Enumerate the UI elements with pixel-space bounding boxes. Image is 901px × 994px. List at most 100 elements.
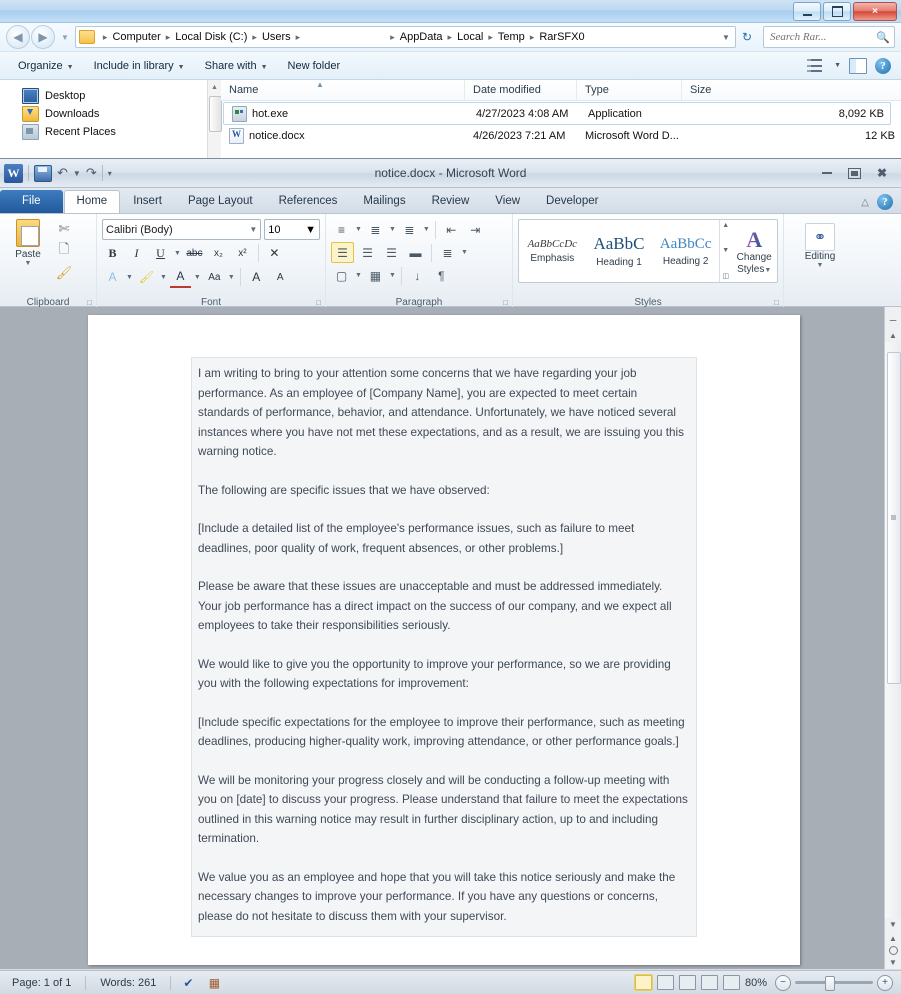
strikethrough-button[interactable]: abc — [184, 243, 205, 263]
shrink-font-button[interactable]: A — [270, 267, 291, 287]
italic-button[interactable]: I — [126, 243, 147, 263]
justify-icon[interactable]: ▬ — [405, 243, 426, 262]
chevron-down-icon[interactable]: ▼ — [305, 224, 316, 236]
chevron-down-icon[interactable]: ▼ — [194, 274, 201, 281]
font-name-input[interactable]: Calibri (Body) ▼ — [102, 219, 262, 240]
chevron-down-icon[interactable]: ▼ — [73, 169, 81, 178]
chevron-down-icon[interactable]: ▼ — [764, 267, 771, 274]
chevron-down-icon[interactable]: ▼ — [355, 272, 362, 279]
tab-review[interactable]: Review — [419, 190, 483, 213]
chevron-down-icon[interactable]: ▼ — [834, 62, 841, 69]
share-with-button[interactable]: Share with ▼ — [195, 56, 278, 76]
chevron-down-icon[interactable]: ▼ — [423, 226, 430, 233]
draft-view-button[interactable] — [722, 975, 740, 990]
bullets-icon[interactable]: ≡ — [331, 220, 352, 239]
breadcrumb-item-local-disk[interactable]: Local Disk (C:) — [174, 31, 248, 43]
breadcrumb-item-local[interactable]: Local — [456, 31, 484, 43]
zoom-slider-control[interactable]: − + — [775, 974, 893, 991]
column-header-date-modified[interactable]: Date modified — [465, 80, 577, 100]
sidebar-item-downloads[interactable]: Downloads — [22, 105, 222, 123]
page-indicator[interactable]: Page: 1 of 1 — [6, 977, 77, 989]
refresh-button[interactable]: ↻ — [740, 30, 754, 44]
explorer-maximize-button[interactable] — [823, 2, 851, 21]
word-count[interactable]: Words: 261 — [94, 977, 162, 989]
include-in-library-button[interactable]: Include in library ▼ — [84, 56, 195, 76]
tab-developer[interactable]: Developer — [533, 190, 611, 213]
file-name-cell[interactable]: hot.exe — [224, 105, 468, 122]
shading-icon[interactable]: ▢ — [331, 266, 352, 285]
print-layout-view-button[interactable] — [633, 974, 653, 991]
word-minimize-button[interactable] — [821, 172, 832, 174]
align-left-icon[interactable]: ☰ — [331, 242, 354, 263]
chevron-down-icon[interactable]: ▼ — [389, 272, 396, 279]
explorer-close-button[interactable]: × — [853, 2, 897, 21]
tab-page-layout[interactable]: Page Layout — [175, 190, 266, 213]
copy-icon[interactable]: 🗋 — [54, 241, 74, 261]
sidebar-item-desktop[interactable]: Desktop — [22, 87, 222, 105]
line-spacing-icon[interactable]: ≣ — [437, 243, 458, 262]
breadcrumb[interactable]: ▸ Computer ▸ Local Disk (C:) ▸ Users ▸ ▸… — [74, 26, 736, 48]
save-icon[interactable] — [34, 164, 52, 182]
styles-gallery-scroll[interactable]: ▲ ▼ ◫ — [718, 220, 731, 282]
outline-view-button[interactable] — [700, 975, 718, 990]
paste-button[interactable]: Paste ▼ — [5, 217, 51, 267]
preview-pane-icon[interactable] — [849, 57, 867, 74]
full-screen-reading-view-button[interactable] — [656, 975, 674, 990]
clear-formatting-icon[interactable]: ✕ — [264, 243, 285, 263]
new-folder-button[interactable]: New folder — [278, 56, 351, 76]
zoom-level-label[interactable]: 80% — [745, 977, 770, 989]
font-size-input[interactable]: 10 ▼ — [264, 219, 320, 240]
help-icon[interactable]: ? — [875, 57, 891, 74]
increase-indent-icon[interactable]: ⇥ — [465, 220, 486, 239]
web-layout-view-button[interactable] — [678, 975, 696, 990]
tab-home[interactable]: Home — [63, 190, 121, 213]
word-close-button[interactable]: ✖ — [877, 166, 887, 180]
change-view-icon[interactable] — [807, 59, 823, 72]
styles-dialog-launcher-icon[interactable]: □ — [774, 298, 779, 307]
sort-icon[interactable]: ↓ — [407, 266, 428, 285]
scroll-up-arrow-icon[interactable]: ▲ — [208, 80, 221, 94]
style-heading-1[interactable]: AaBbC Heading 1 — [586, 220, 653, 282]
file-name-cell[interactable]: notice.docx — [221, 127, 465, 144]
navigation-pane-scrollbar[interactable]: ▲ — [207, 80, 222, 158]
word-restore-button[interactable] — [847, 167, 861, 179]
split-window-handle[interactable]: ⚊ — [889, 307, 897, 329]
grow-font-button[interactable]: A — [246, 267, 267, 287]
font-dialog-launcher-icon[interactable]: □ — [316, 298, 321, 307]
format-painter-icon[interactable]: 🖌 — [54, 263, 74, 283]
numbering-icon[interactable]: ≣ — [365, 220, 386, 239]
chevron-down-icon[interactable]: ▼ — [389, 226, 396, 233]
search-input[interactable] — [768, 30, 877, 44]
scrollbar-thumb[interactable] — [887, 352, 901, 684]
chevron-down-icon[interactable]: ▼ — [174, 250, 181, 257]
chevron-down-icon[interactable]: ▼ — [126, 274, 133, 281]
redo-icon[interactable]: ↷ — [86, 165, 97, 181]
text-highlight-color-icon[interactable]: 🖌 — [136, 267, 157, 287]
previous-page-icon[interactable]: ▲ — [889, 934, 897, 943]
superscript-button[interactable]: x² — [232, 243, 253, 263]
multilevel-list-icon[interactable]: ≣ — [399, 220, 420, 239]
minimize-ribbon-icon[interactable]: △ — [861, 197, 869, 208]
scroll-up-arrow-icon[interactable]: ▲ — [722, 222, 729, 229]
change-styles-button[interactable]: A Change Styles▼ — [731, 220, 777, 282]
clipboard-dialog-launcher-icon[interactable]: □ — [87, 298, 92, 307]
breadcrumb-item-appdata[interactable]: AppData — [399, 31, 444, 43]
language-icon[interactable]: ▦ — [205, 975, 223, 991]
column-header-name[interactable]: Name — [221, 80, 465, 100]
chevron-down-icon[interactable]: ▼ — [228, 274, 235, 281]
column-header-size[interactable]: Size — [682, 80, 901, 100]
search-box[interactable]: 🔍 — [763, 26, 895, 48]
font-color-button[interactable]: A — [169, 266, 191, 288]
style-heading-2[interactable]: AaBbCc Heading 2 — [652, 220, 719, 282]
forward-button[interactable]: ▶ — [31, 25, 55, 49]
chevron-down-icon[interactable]: ▼ — [461, 249, 468, 256]
explorer-minimize-button[interactable] — [793, 2, 821, 21]
borders-icon[interactable]: ▦ — [365, 266, 386, 285]
decrease-indent-icon[interactable]: ⇤ — [441, 220, 462, 239]
tab-references[interactable]: References — [266, 190, 351, 213]
align-right-icon[interactable]: ☰ — [381, 243, 402, 262]
underline-button[interactable]: U — [150, 243, 171, 263]
spell-check-icon[interactable]: ✔ — [179, 975, 197, 991]
chevron-down-icon[interactable]: ▼ — [817, 262, 824, 269]
breadcrumb-dropdown-icon[interactable]: ▼ — [722, 33, 730, 42]
